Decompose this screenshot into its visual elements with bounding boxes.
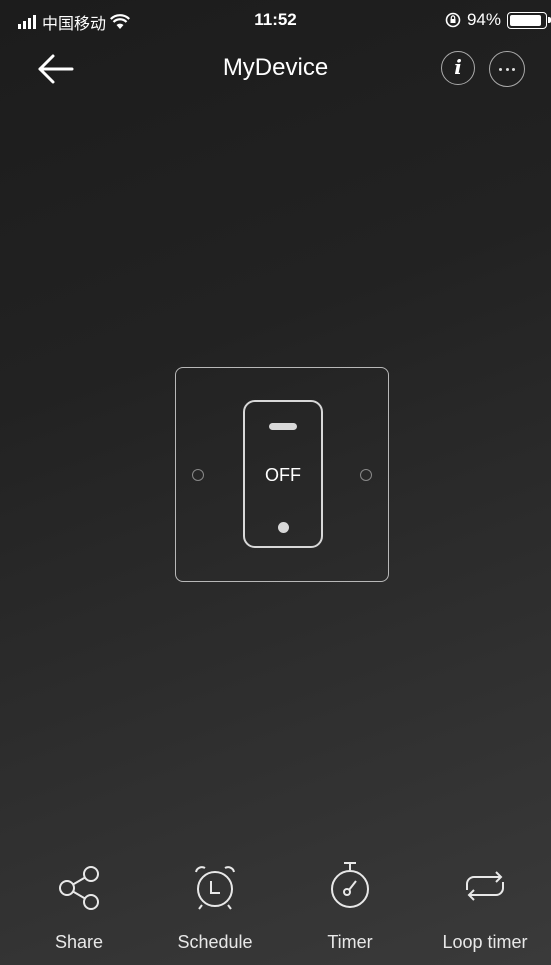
right-screw: [360, 469, 372, 481]
schedule-button[interactable]: Schedule: [150, 860, 280, 960]
share-button[interactable]: Share: [14, 860, 144, 960]
share-icon: [59, 866, 99, 910]
info-button[interactable]: i: [441, 51, 475, 85]
battery-percent: 94%: [466, 10, 501, 29]
battery-level: [510, 14, 541, 26]
timer-button[interactable]: Timer: [285, 860, 415, 960]
alarm-clock-icon: [195, 866, 235, 910]
rocker-bar: [269, 423, 297, 430]
left-screw: [192, 469, 204, 481]
schedule-label: Schedule: [177, 932, 253, 952]
more-button[interactable]: [489, 51, 525, 87]
loop-timer-label: Loop timer: [442, 932, 528, 952]
battery-icon: [507, 11, 551, 29]
loop-timer-button[interactable]: Loop timer: [420, 860, 550, 960]
nav-bar: MyDevice i: [0, 44, 551, 94]
rocker-dot: [278, 522, 289, 533]
switch-state-label: OFF: [265, 465, 301, 485]
bottom-toolbar: Share Schedule Timer Loop timer: [0, 860, 551, 965]
device-screen: 中国移动 11:52 94% MyDevice i OFF Share Sche…: [0, 0, 551, 965]
timer-label: Timer: [327, 932, 373, 952]
stopwatch-icon: [331, 862, 369, 908]
switch-plate: OFF: [175, 367, 389, 582]
status-bar: 中国移动 11:52 94%: [0, 0, 551, 40]
status-right: 94%: [445, 10, 551, 30]
share-label: Share: [54, 932, 104, 952]
orientation-lock-icon: [445, 12, 461, 28]
power-switch-toggle[interactable]: OFF: [243, 400, 323, 548]
loop-icon: [466, 871, 504, 901]
info-icon: i: [454, 55, 462, 79]
